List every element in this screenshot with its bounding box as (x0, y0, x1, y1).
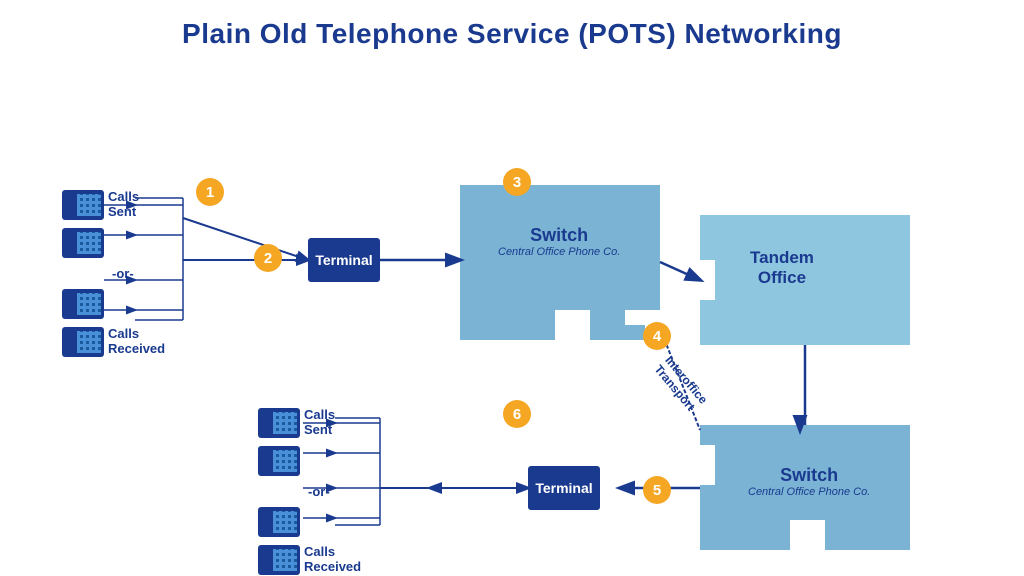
badge-2: 2 (254, 244, 282, 272)
interoffice-transport-label: InterofficeTransport (651, 353, 710, 416)
switch-1-label: Switch Central Office Phone Co. (498, 225, 620, 258)
phone-group-bottom: CallsSent -or- CallsReceived (258, 408, 361, 575)
phone-icon-1 (62, 190, 104, 220)
terminal-1: Terminal (308, 238, 380, 282)
phone-row-b4: CallsReceived (258, 545, 361, 575)
phone-icon-b4 (258, 545, 300, 575)
phone-row-b2 (258, 446, 361, 476)
badge-4: 4 (643, 322, 671, 350)
phone-icon-b2 (258, 446, 300, 476)
phone-row-1: CallsSent (62, 190, 165, 220)
switch-2-label: Switch Central Office Phone Co. (748, 465, 870, 498)
tandem-office-label: TandemOffice (750, 248, 814, 289)
badge-1: 1 (196, 178, 224, 206)
phone-row-4: CallsReceived (62, 327, 165, 357)
phone-icon-2 (62, 228, 104, 258)
or-label-top: -or- (112, 266, 165, 281)
diagram: 1 2 3 4 5 6 Terminal Terminal Switch Cen… (0, 70, 1024, 576)
phone-row-2 (62, 228, 165, 258)
phone-icon-b1 (258, 408, 300, 438)
phone-group-top: CallsSent -or- CallsReceived (62, 190, 165, 357)
page-title: Plain Old Telephone Service (POTS) Netwo… (0, 0, 1024, 50)
phone-row-3 (62, 289, 165, 319)
phone-icon-4 (62, 327, 104, 357)
badge-3: 3 (503, 168, 531, 196)
phone-row-b3 (258, 507, 361, 537)
phone-row-b1: CallsSent (258, 408, 361, 438)
badge-5: 5 (643, 476, 671, 504)
terminal-2: Terminal (528, 466, 600, 510)
page: Plain Old Telephone Service (POTS) Netwo… (0, 0, 1024, 576)
phone-icon-b3 (258, 507, 300, 537)
badge-6: 6 (503, 400, 531, 428)
or-label-bottom: -or- (308, 484, 361, 499)
phone-icon-3 (62, 289, 104, 319)
